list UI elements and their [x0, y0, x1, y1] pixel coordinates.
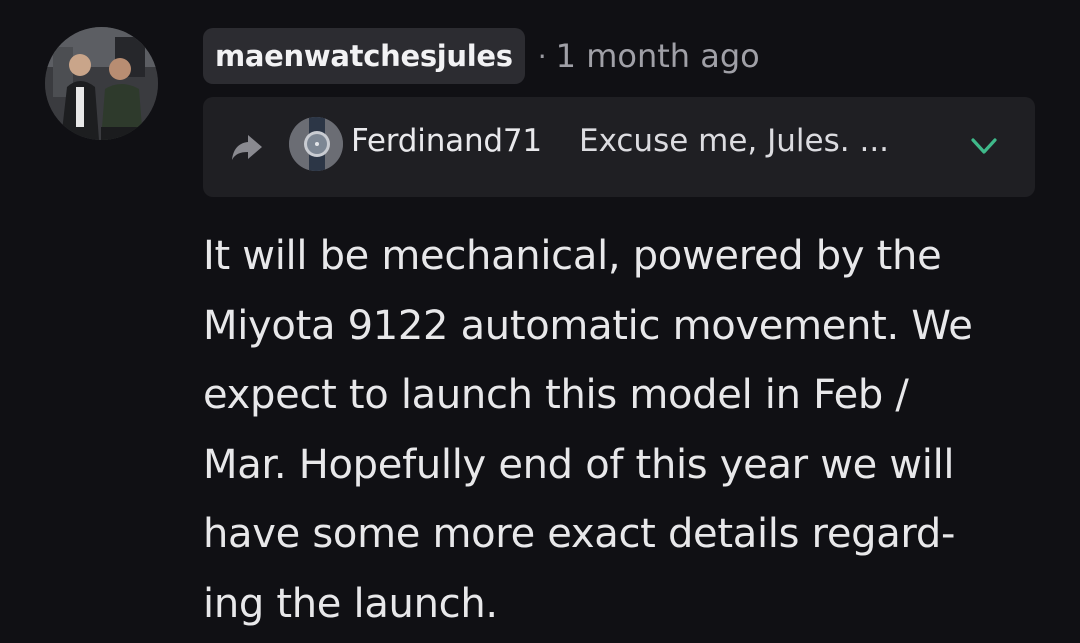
author-username[interactable]: maenwatchesjules — [203, 28, 525, 84]
reply-context[interactable]: Ferdinand71 Excuse me, Jules. ... — [203, 97, 1035, 197]
comment-body: It will be mechanical, powered by the Mi… — [203, 222, 1043, 639]
reply-arrow-icon — [232, 135, 262, 160]
comment-body-line: ing the launch. — [203, 580, 498, 627]
author-avatar[interactable] — [45, 27, 158, 140]
comment-card: maenwatchesjules · 1 month ago Ferdinand… — [0, 0, 1080, 643]
separator-dot: · — [537, 39, 547, 73]
comment-timestamp: 1 month ago — [555, 37, 760, 75]
comment-body-line: expect to launch this model in Feb / — [203, 372, 909, 418]
reply-author-avatar-image — [289, 117, 343, 171]
comment-body-line: Mar. Hopefully end of this year we will — [203, 441, 955, 488]
reply-excerpt: Excuse me, Jules. ... — [579, 123, 890, 159]
comment-body-line: Miyota 9122 automatic movement. We — [203, 302, 973, 349]
comment-header: maenwatchesjules · 1 month ago — [203, 28, 760, 84]
comment-body-line: have some more exact details regard- — [203, 511, 956, 557]
reply-author-name[interactable]: Ferdinand71 — [351, 123, 542, 159]
author-avatar-image — [45, 27, 158, 140]
comment-body-line: It will be mechanical, powered by the — [203, 233, 942, 279]
reply-author-avatar[interactable] — [289, 117, 343, 171]
chevron-down-icon[interactable] — [969, 133, 999, 159]
